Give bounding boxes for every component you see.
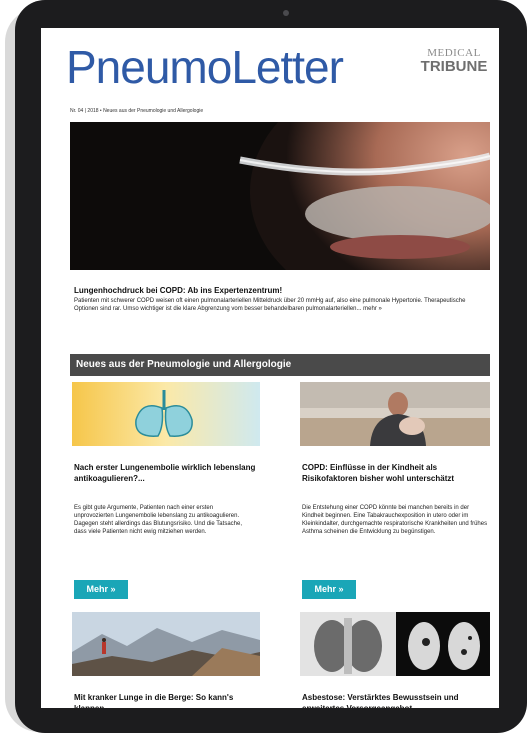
newsletter-screen: PneumoLetter MEDICAL TRIBUNE Nr. 04 | 20… [41, 28, 499, 708]
publisher-logo[interactable]: MEDICAL TRIBUNE [419, 48, 489, 75]
featured-image-graphic [70, 122, 490, 270]
article-image-mountains[interactable] [72, 612, 260, 676]
more-button[interactable]: Mehr » [74, 580, 128, 599]
section-header: Neues aus der Pneumologie und Allergolog… [70, 354, 490, 376]
family-photo [300, 382, 490, 446]
xray-scan [300, 612, 490, 676]
article-image-xray[interactable] [300, 612, 490, 676]
article-title[interactable]: Mit kranker Lunge in die Berge: So kann'… [74, 692, 259, 708]
issue-line: Nr. 04 | 2018 • Neues aus der Pneumologi… [70, 108, 204, 114]
article-image-family[interactable] [300, 382, 490, 446]
article-teaser: Die Entstehung einer COPD könnte bei man… [302, 505, 488, 535]
article-image-lungs[interactable] [72, 382, 260, 446]
section-title: Neues aus der Pneumologie und Allergolog… [76, 359, 292, 370]
article-teaser: Es gibt gute Argumente, Patienten nach e… [74, 505, 242, 535]
lungs-illustration [72, 382, 260, 446]
camera-icon [283, 10, 289, 16]
featured-image[interactable] [70, 122, 490, 270]
newsletter-logo[interactable]: PneumoLetter [66, 40, 344, 94]
featured-teaser: Patienten mit schwerer COPD weisen oft e… [74, 298, 466, 312]
article-title[interactable]: Nach erster Lungenembolie wirklich leben… [74, 462, 259, 484]
featured-title[interactable]: Lungenhochdruck bei COPD: Ab ins Experte… [74, 286, 282, 295]
article-title[interactable]: Asbestose: Verstärktes Bewusstsein und e… [302, 692, 490, 708]
mountain-photo [72, 612, 260, 676]
article-title[interactable]: COPD: Einflüsse in der Kindheit als Risi… [302, 462, 490, 484]
more-button[interactable]: Mehr » [302, 580, 356, 599]
publisher-logo-line2: TRIBUNE [420, 58, 488, 75]
